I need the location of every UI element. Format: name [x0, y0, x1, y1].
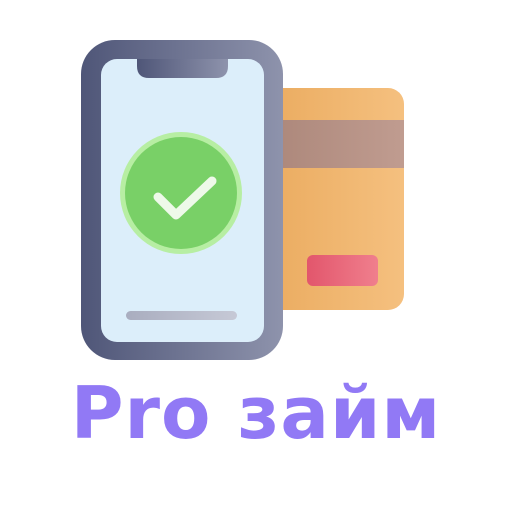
app-logo: Pro займ: [0, 0, 512, 512]
checkmark-icon: [120, 132, 242, 254]
brand-name: Pro займ: [70, 371, 442, 455]
